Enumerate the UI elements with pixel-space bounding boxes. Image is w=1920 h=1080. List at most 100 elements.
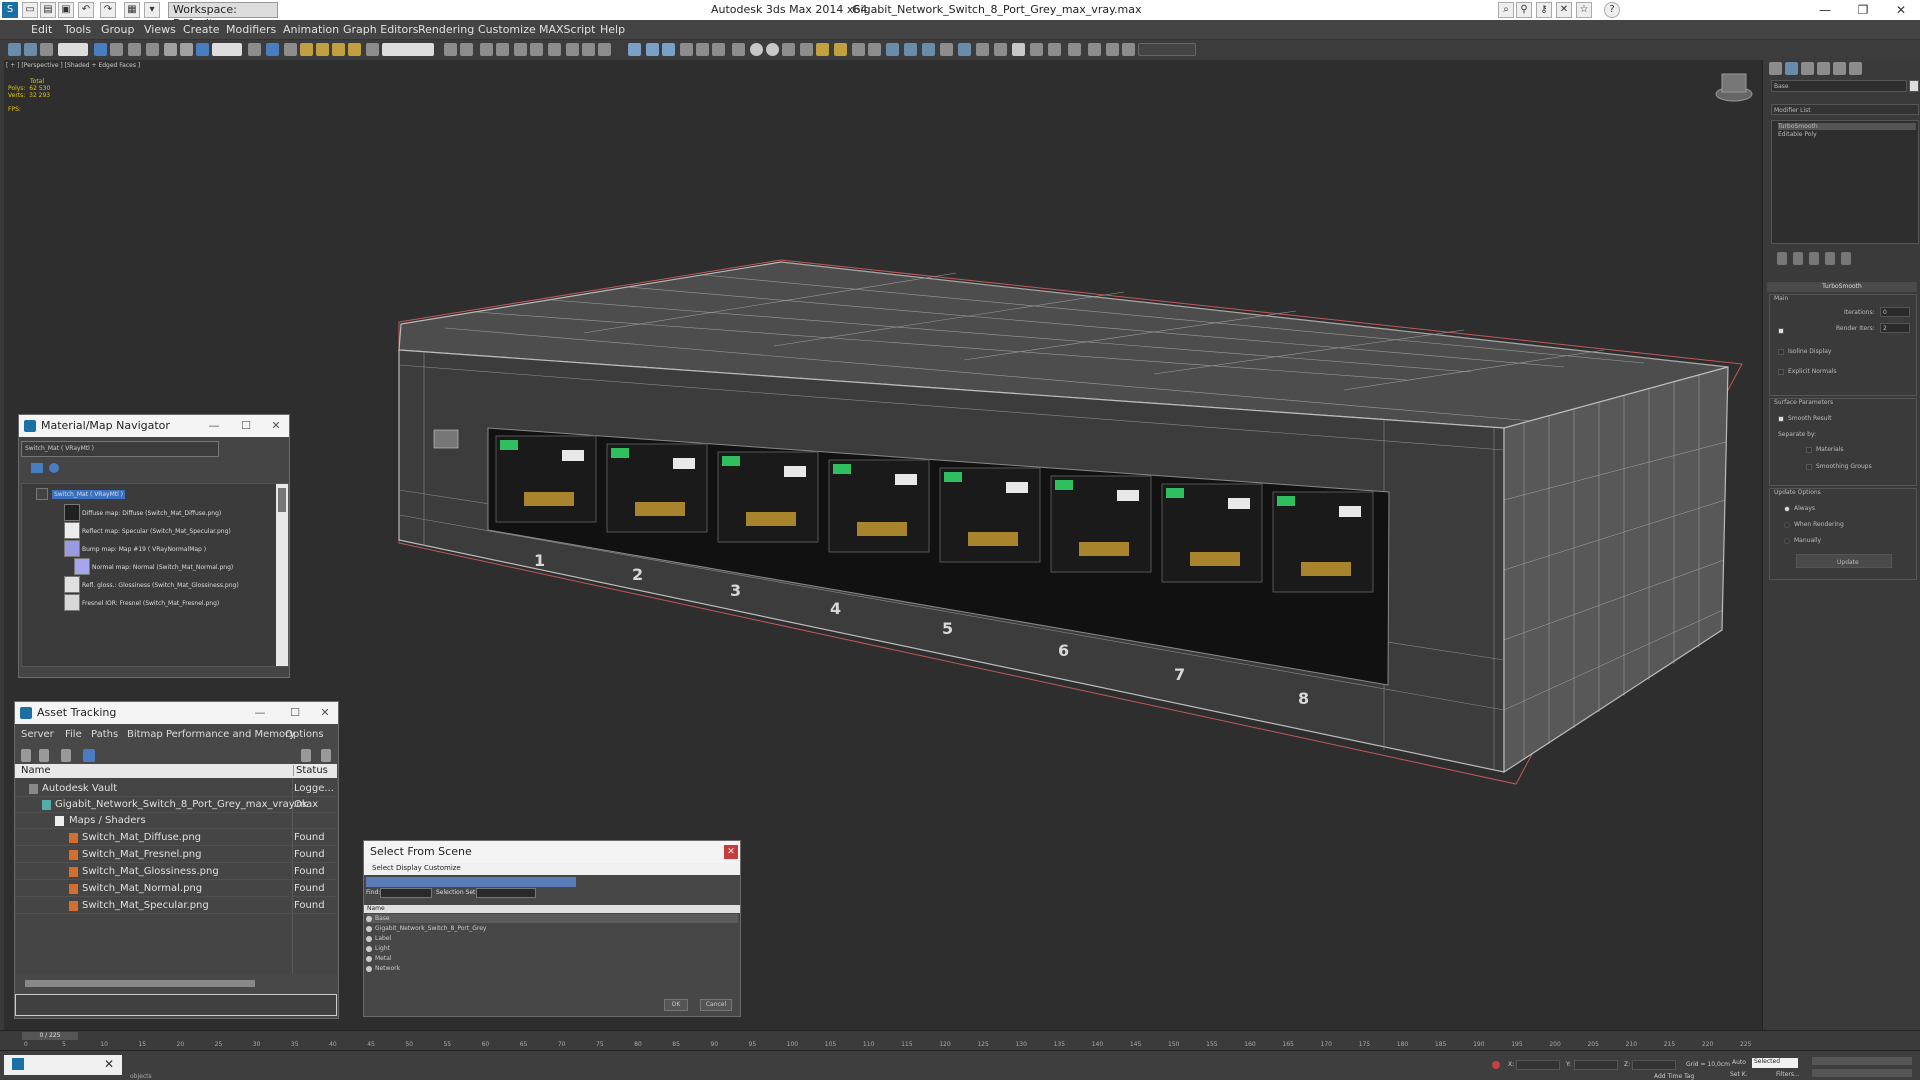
cancel-button[interactable]: Cancel [700, 999, 732, 1011]
modifier-stack[interactable]: TurboSmooth Editable Poly [1771, 120, 1919, 244]
render-setup-icon[interactable] [566, 43, 579, 56]
menu-customize[interactable]: Customize [478, 23, 536, 36]
help-icon[interactable] [301, 749, 311, 762]
select-object-icon[interactable] [94, 43, 107, 56]
manually-radio[interactable] [1784, 538, 1790, 544]
scene-object-row[interactable]: Network [366, 964, 738, 974]
keyboard-shortcut-icon[interactable] [284, 43, 297, 56]
col-name[interactable]: Name [21, 765, 51, 776]
object-name-field[interactable]: Base [1771, 80, 1907, 92]
vray-sphere-icon[interactable] [750, 43, 763, 56]
select-by-name-icon[interactable] [110, 43, 123, 56]
sfs-filter-toolbar[interactable] [366, 877, 576, 887]
viewport-label[interactable]: [ + ] [Perspective ] [Shaded + Edged Fac… [6, 62, 140, 69]
smoothing-groups-checkbox[interactable] [1806, 464, 1812, 470]
close-icon[interactable]: ✕ [724, 845, 738, 859]
at-tool-icon[interactable] [39, 749, 49, 762]
bind-space-warp-icon[interactable] [40, 43, 53, 56]
dropdown-arrow-icon[interactable]: ▾ [144, 2, 160, 18]
menu-animation[interactable]: Animation [283, 23, 339, 36]
vray-displacement-icon[interactable] [886, 43, 899, 56]
vray-scene-converter-icon[interactable] [976, 43, 989, 56]
asset-path-field[interactable] [15, 994, 337, 1016]
vray-balls-icon[interactable] [994, 43, 1007, 56]
x-coord-field[interactable] [1516, 1060, 1560, 1070]
modify-tab-icon[interactable] [1785, 62, 1798, 75]
listener-icon[interactable] [1122, 43, 1135, 56]
playback-controls[interactable] [1812, 1057, 1912, 1065]
map-row[interactable]: Refl. gloss.: Glossiness (Switch_Mat_Glo… [48, 576, 288, 594]
scene-object-row[interactable]: Label [366, 934, 738, 944]
vray-physical-camera-icon[interactable] [868, 43, 881, 56]
vray-sphere-fade-icon[interactable] [712, 43, 725, 56]
menu-options[interactable]: Options [285, 729, 324, 740]
favorite-star-icon[interactable]: ☆ [1576, 2, 1592, 18]
graphite-toggle-icon[interactable] [496, 43, 509, 56]
close-icon[interactable]: ✕ [1880, 0, 1920, 20]
auto-key-button[interactable]: Auto [1732, 1059, 1746, 1066]
scene-object-row[interactable]: Light [366, 944, 738, 954]
vray-light-icon[interactable] [662, 43, 675, 56]
menu-bitmap-performance[interactable]: Bitmap Performance and Memory [127, 729, 295, 740]
vray-ies-icon[interactable] [800, 43, 813, 56]
object-color-swatch[interactable] [1909, 80, 1919, 92]
when-rendering-radio[interactable] [1784, 522, 1790, 528]
menu-tools[interactable]: Tools [64, 23, 91, 36]
vray-toolbar-icon[interactable] [628, 43, 641, 56]
z-coord-field[interactable] [1632, 1060, 1676, 1070]
snaps-toggle-icon[interactable] [300, 43, 313, 56]
binoculars-icon[interactable]: ⚲ [1516, 2, 1532, 18]
remove-modifier-icon[interactable] [1825, 252, 1835, 265]
make-unique-icon[interactable] [1809, 252, 1819, 265]
map-row[interactable]: Diffuse map: Diffuse (Switch_Mat_Diffuse… [48, 504, 288, 522]
menu-select[interactable]: Select [372, 864, 394, 872]
isoline-checkbox[interactable] [1778, 349, 1784, 355]
vray-sun-icon[interactable] [816, 43, 829, 56]
menu-edit[interactable]: Edit [31, 23, 52, 36]
vray-mesh-export-icon[interactable] [680, 43, 693, 56]
close-icon[interactable]: ✕ [310, 702, 340, 724]
smooth-result-checkbox[interactable] [1778, 416, 1784, 422]
scale-icon[interactable] [196, 43, 209, 56]
map-row[interactable]: Normal map: Normal (Switch_Mat_Normal.pn… [48, 558, 288, 576]
vray-render-elements-icon[interactable] [1048, 43, 1061, 56]
view-list-icon[interactable] [31, 463, 43, 473]
create-tab-icon[interactable] [1769, 62, 1782, 75]
maximize-icon[interactable]: ☐ [231, 415, 261, 437]
minimize-icon[interactable]: — [245, 702, 275, 724]
scripts-icon[interactable] [1068, 43, 1081, 56]
stack-item-turbosmooth[interactable]: TurboSmooth [1778, 123, 1916, 130]
scene-object-row[interactable]: Base [366, 914, 738, 924]
render-iters-spinner[interactable]: 2 [1880, 323, 1910, 333]
show-end-result-icon[interactable] [1793, 252, 1803, 265]
key-filter-dropdown[interactable]: Selected [1752, 1058, 1798, 1068]
col-status[interactable]: Status [293, 765, 328, 776]
menu-display[interactable]: Display [396, 864, 422, 872]
key-filters-button[interactable]: Filters... [1776, 1071, 1800, 1078]
turbosmooth-rollout-header[interactable]: TurboSmooth [1767, 282, 1917, 292]
asset-row[interactable]: Autodesk Vault Logge... [15, 781, 336, 797]
add-time-tag[interactable]: Add Time Tag [1654, 1073, 1694, 1080]
menu-maxscript[interactable]: MAXScript [539, 23, 595, 36]
vray-plane-icon[interactable] [766, 43, 779, 56]
vray-proxy-icon[interactable] [696, 43, 709, 56]
selection-filter-dropdown[interactable] [58, 43, 88, 56]
asset-row[interactable]: Switch_Mat_Fresnel.png Found [15, 847, 336, 863]
update-button[interactable]: Update [1796, 554, 1892, 568]
menu-paths[interactable]: Paths [91, 729, 118, 740]
materials-checkbox[interactable] [1806, 447, 1812, 453]
y-coord-field[interactable] [1574, 1060, 1618, 1070]
macro-run-icon[interactable] [1106, 43, 1119, 56]
vray-rt-icon[interactable] [940, 43, 953, 56]
spinner-snap-icon[interactable] [348, 43, 361, 56]
save-file-icon[interactable]: ▣ [58, 2, 74, 18]
iterations-spinner[interactable]: 0 [1880, 307, 1910, 317]
menu-server[interactable]: Server [21, 729, 54, 740]
ok-button[interactable]: OK [664, 999, 688, 1011]
lock-selection-icon[interactable] [1492, 1061, 1500, 1069]
help-icon[interactable]: ? [1604, 2, 1620, 18]
scene-object-row[interactable]: Gigabit_Network_Switch_8_Port_Grey [366, 924, 738, 934]
asset-row[interactable]: Switch_Mat_Glossiness.png Found [15, 864, 336, 880]
rotate-icon[interactable] [180, 43, 193, 56]
minimize-icon[interactable]: — [1804, 0, 1846, 20]
